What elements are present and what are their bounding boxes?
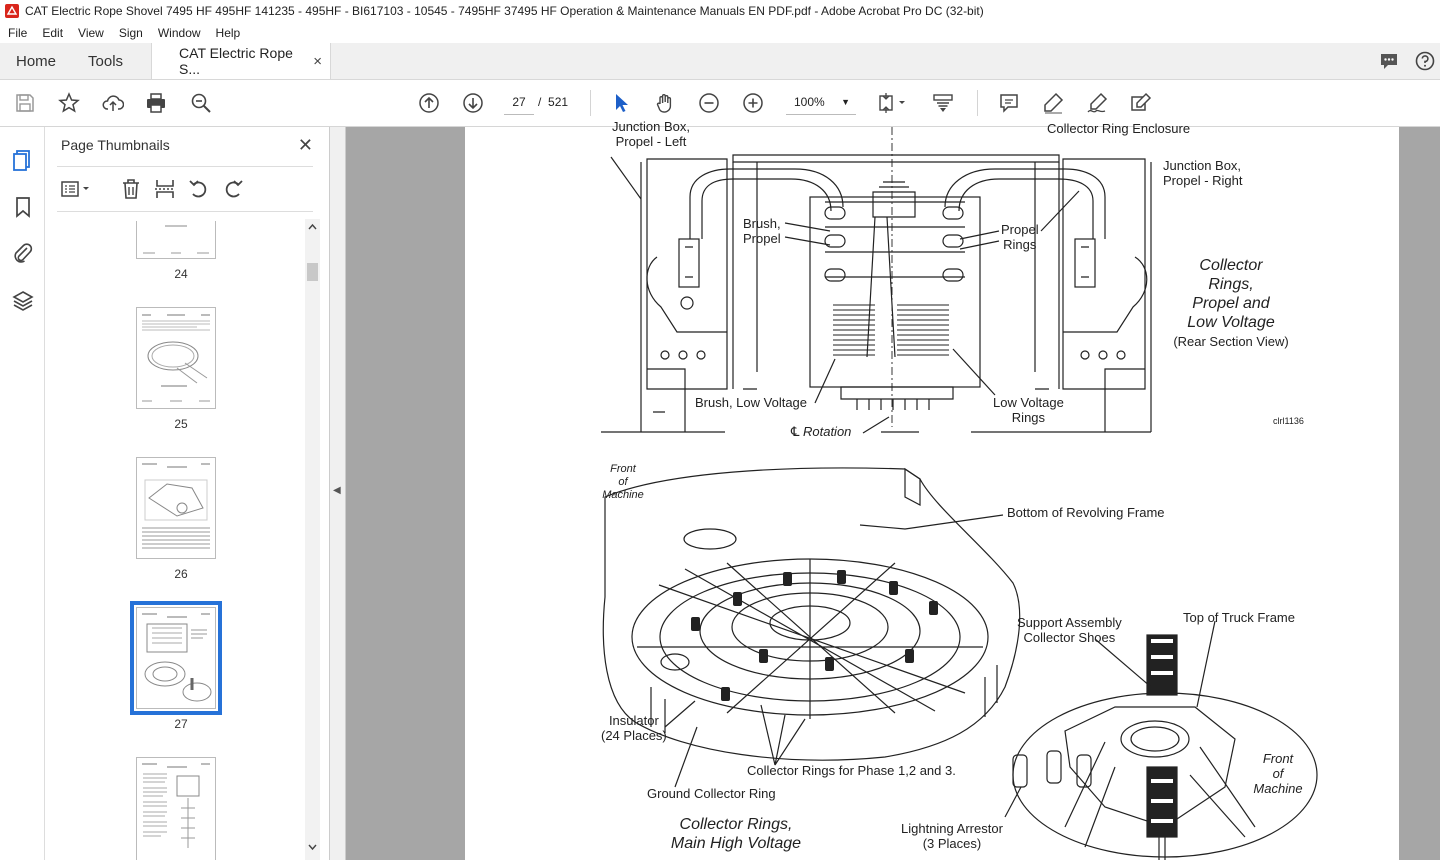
attachment-icon[interactable] [11, 241, 35, 265]
thumbnail-label: 24 [174, 267, 188, 281]
tab-tools[interactable]: Tools [72, 43, 139, 79]
menu-view[interactable]: View [70, 26, 111, 40]
page-total: / 521 [538, 89, 568, 115]
page-separator: / [538, 95, 542, 109]
zoom-search-icon[interactable] [189, 91, 213, 115]
label-low-voltage-rings: Low Voltage Rings [993, 395, 1064, 425]
page-count: 521 [548, 95, 569, 109]
tab-document[interactable]: CAT Electric Rope S... × [151, 43, 332, 79]
tab-home[interactable]: Home [0, 43, 72, 79]
previous-page-icon[interactable] [417, 91, 441, 115]
draw-signature-icon[interactable] [1085, 91, 1109, 115]
left-nav-rail [0, 127, 45, 860]
label-brush-propel: Brush, Propel [743, 216, 781, 246]
rotate-left-icon[interactable] [187, 177, 211, 201]
bookmark-icon[interactable] [11, 195, 35, 219]
menu-window[interactable]: Window [150, 26, 208, 40]
thumbnail-label: 27 [174, 717, 188, 731]
hand-tool-icon[interactable] [653, 91, 677, 115]
scroll-up-icon[interactable] [308, 223, 317, 231]
help-icon[interactable] [1414, 50, 1436, 72]
zoom-level-select[interactable]: 100% ▼ [786, 89, 856, 115]
window-title: CAT Electric Rope Shovel 7495 HF 495HF 1… [25, 4, 984, 18]
thumbnail-page-28[interactable] [136, 757, 216, 860]
edit-form-icon[interactable] [1129, 91, 1153, 115]
chevron-left-icon: ◀ [333, 485, 341, 496]
drawing-labels: Junction Box, Propel - Left Collector Rin… [465, 119, 1399, 860]
thumbnail-page-24[interactable] [136, 221, 216, 259]
toolbar-divider [977, 90, 978, 116]
pdf-page: Junction Box, Propel - Left Collector Rin… [465, 119, 1399, 860]
figure-id: clrl1136 [1273, 416, 1304, 426]
collapse-panel-handle[interactable]: ◀ [330, 127, 346, 860]
figure-title-top: Collector Rings, Propel and Low Voltage (Re… [1173, 257, 1289, 349]
label-revolving-frame: Bottom of Revolving Frame [1007, 505, 1165, 520]
thumbnail-label: 26 [174, 567, 188, 581]
document-view[interactable]: Junction Box, Propel - Left Collector Rin… [346, 119, 1440, 860]
thumbnails-panel: Page Thumbnails ✕ 24 25 26 27 [45, 127, 330, 860]
panel-divider [57, 166, 313, 167]
zoom-in-icon[interactable] [741, 91, 765, 115]
thumbnail-scrollbar[interactable] [305, 219, 320, 860]
layers-icon[interactable] [11, 289, 35, 313]
highlight-pen-icon[interactable] [1041, 91, 1065, 115]
thumbnail-page-26[interactable] [136, 457, 216, 559]
scrollbar-thumb[interactable] [307, 263, 318, 281]
label-insulator: Insulator (24 Places) [601, 713, 667, 743]
print-icon[interactable] [144, 91, 168, 115]
add-comment-icon[interactable] [997, 91, 1021, 115]
label-front-of-machine-right: Front of Machine [1253, 751, 1303, 796]
chevron-down-icon: ▼ [841, 97, 850, 107]
panel-title: Page Thumbnails [61, 137, 170, 153]
label-brush-low-voltage: Brush, Low Voltage [695, 395, 808, 410]
close-panel-button[interactable]: ✕ [298, 135, 313, 156]
page-thumbnails-icon[interactable] [11, 148, 35, 172]
upload-cloud-icon[interactable] [101, 91, 125, 115]
title-bar: CAT Electric Rope Shovel 7495 HF 495HF 1… [0, 0, 1440, 22]
menu-help[interactable]: Help [208, 26, 248, 40]
label-junction-right: Junction Box, Propel - Right [1163, 158, 1243, 188]
star-icon[interactable] [57, 91, 81, 115]
label-truck-frame: Top of Truck Frame [1183, 610, 1295, 625]
label-enclosure: Collector Ring Enclosure [1047, 121, 1191, 136]
thumbnail-list: 24 25 26 27 [57, 221, 305, 860]
figure-title-bottom: Collector Rings, Main High Voltage [670, 816, 802, 852]
select-arrow-icon[interactable] [609, 91, 633, 115]
thumbnail-page-25[interactable] [136, 307, 216, 409]
toolbar-divider [590, 90, 591, 116]
delete-page-icon[interactable] [119, 177, 143, 201]
menu-bar: File Edit View Sign Window Help [0, 22, 1440, 43]
tab-bar: Home Tools CAT Electric Rope S... × [0, 43, 1440, 80]
label-lightning-arrestor: Lightning Arrestor (3 Places) [901, 821, 1003, 851]
acrobat-icon [5, 4, 19, 18]
zoom-out-icon[interactable] [697, 91, 721, 115]
thumbnail-options-icon[interactable] [59, 177, 95, 201]
label-junction-left: Junction Box, Propel - Left [611, 119, 691, 149]
menu-edit[interactable]: Edit [34, 26, 70, 40]
thumbnail-page-27[interactable] [130, 601, 222, 715]
page-number-input[interactable]: 27 [504, 89, 534, 115]
label-phase-rings: Collector Rings for Phase 1,2 and 3. [747, 763, 956, 778]
label-propel-rings: Propel Rings [1001, 222, 1039, 252]
label-front-of-machine: Front of Machine [602, 463, 644, 501]
extract-page-icon[interactable] [153, 177, 177, 201]
label-support-assembly: Support Assembly Collector Shoes [1017, 615, 1122, 645]
menu-sign[interactable]: Sign [111, 26, 150, 40]
close-tab-button[interactable]: × [313, 53, 322, 70]
menu-file[interactable]: File [0, 26, 34, 40]
next-page-icon[interactable] [461, 91, 485, 115]
rotate-right-icon[interactable] [221, 177, 245, 201]
document-tab-label: CAT Electric Rope S... [179, 45, 293, 77]
label-rotation: ℄ Rotation [791, 424, 852, 439]
page-fit-icon[interactable] [877, 91, 913, 115]
save-icon[interactable] [13, 91, 37, 115]
scroll-down-icon[interactable] [308, 843, 317, 851]
zoom-level-value: 100% [794, 95, 825, 109]
scroll-mode-icon[interactable] [931, 91, 955, 115]
panel-divider [57, 211, 313, 212]
thumbnail-label: 25 [174, 417, 188, 431]
label-ground-ring: Ground Collector Ring [647, 786, 776, 801]
comment-icon[interactable] [1378, 50, 1400, 72]
